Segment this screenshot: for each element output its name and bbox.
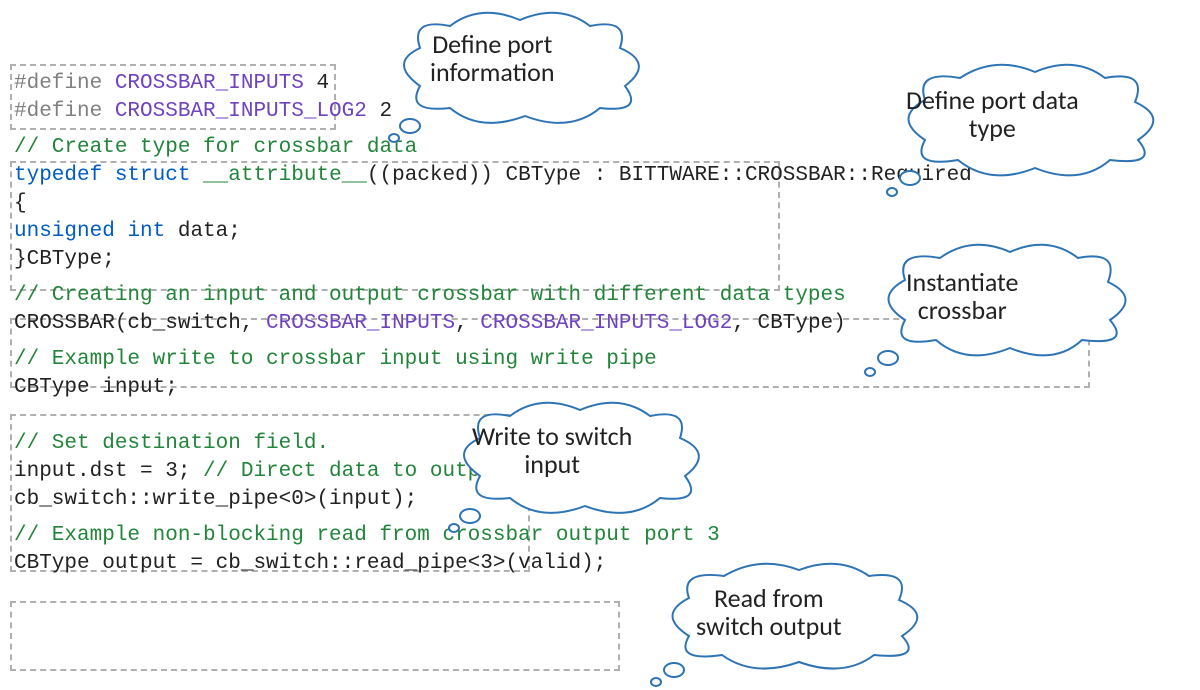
code-line: }CBType;	[14, 246, 972, 274]
code-line: unsigned int data;	[14, 218, 972, 246]
code-line: CROSSBAR(cb_switch, CROSSBAR_INPUTS, CRO…	[14, 310, 972, 338]
callout-define-port-data-type: Define port data type	[870, 60, 1180, 190]
callout-write-to-switch-input: Write to switch input	[430, 398, 720, 523]
callout-instantiate-crossbar: Instantiate crossbar	[850, 240, 1150, 370]
code-line: typedef struct __attribute__((packed)) C…	[14, 162, 972, 190]
dashed-box-read-pipe	[10, 601, 620, 671]
code-line: {	[14, 190, 972, 218]
code-line: // Creating an input and output crossbar…	[14, 282, 972, 310]
callout-define-port-info: Define port information	[370, 8, 660, 133]
callout-read-from-switch-output: Read from switch output	[634, 560, 944, 680]
code-line: // Example write to crossbar input using…	[14, 346, 972, 374]
